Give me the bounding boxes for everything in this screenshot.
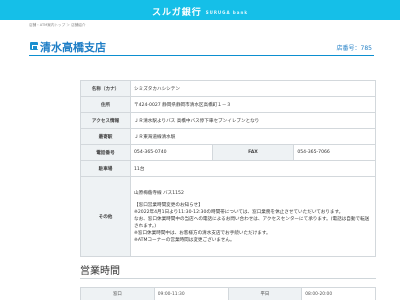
- divider: [80, 278, 376, 279]
- table-row: 窓口 09:00-11:30 平日 08:00-20:00: [80, 287, 376, 300]
- station-value: ＪＲ東海道線清水駅: [130, 128, 376, 145]
- note-line: 【窓口営業時間変更のお知らせ】: [134, 202, 203, 208]
- breadcrumb[interactable]: 店舗・ATM案内トップ ＞ 店舗紹介: [29, 23, 85, 28]
- hours-left-label: 窓口: [80, 287, 155, 300]
- branch-info-table: 名称（カナ） シミズタカハシシテン 住所 〒424-0027 静岡県静岡市清水区…: [80, 80, 376, 257]
- hours-table: 窓口 09:00-11:30 平日 08:00-20:00: [80, 287, 376, 300]
- top-header-bar: スルガ銀行 SURUGA bank: [0, 0, 400, 20]
- other-label: その他: [80, 176, 131, 257]
- bank-building-icon: [30, 42, 38, 50]
- note-line: なお、窓口休業時間中の当店への電話によるお問い合わせは、アクセスセンターにて承り…: [134, 216, 370, 229]
- table-row: 名称（カナ） シミズタカハシシテン: [80, 80, 376, 97]
- name-kana-value: シミズタカハシシテン: [130, 80, 376, 97]
- table-row: 駐車場 11台: [80, 160, 376, 177]
- hours-left-value: 09:00-11:30: [153, 287, 229, 300]
- store-number: 店番号：785: [336, 45, 372, 52]
- tel-value[interactable]: 054-365-0740: [130, 144, 213, 161]
- note-line: ※2022年4月1日より11:30-12:30の時間帯については、窓口業務を休止…: [134, 209, 344, 215]
- page-title: 清水高橋支店: [40, 41, 106, 54]
- table-row: 最寄駅 ＪＲ東海道線清水駅: [80, 128, 376, 145]
- table-row: その他 山原梅蔭寺線 バス1152 【窓口営業時間変更のお知らせ】 ※2022年…: [80, 176, 376, 257]
- section-title-hours: 営業時間: [80, 266, 120, 277]
- access-label: アクセス情報: [80, 112, 131, 129]
- hours-right-label: 平日: [227, 287, 303, 300]
- address-value: 〒424-0027 静岡県静岡市清水区高橋町１－３: [130, 96, 376, 113]
- note-line: ※窓口休業時間中は、お客様方の清水支店でお手続いただけます。: [134, 230, 271, 236]
- parking-label: 駐車場: [80, 160, 131, 177]
- tel-label: 電話番号: [80, 144, 131, 161]
- note-line: 山原梅蔭寺線 バス1152: [134, 190, 184, 196]
- name-kana-label: 名称（カナ）: [80, 80, 131, 97]
- note-line: ※ATMコーナーの営業時間は変更ございません。: [134, 237, 235, 243]
- fax-value: 054-365-7066: [293, 144, 376, 161]
- address-label: 住所: [80, 96, 131, 113]
- station-label: 最寄駅: [80, 128, 131, 145]
- table-row: 電話番号 054-365-0740 FAX 054-365-7066: [80, 144, 376, 161]
- table-row: アクセス情報 ＪＲ清水駅よりバス 高橋中バス停下車セブンイレブンとなり: [80, 112, 376, 129]
- access-value: ＪＲ清水駅よりバス 高橋中バス停下車セブンイレブンとなり: [130, 112, 376, 129]
- parking-value: 11台: [130, 160, 376, 177]
- table-row: 住所 〒424-0027 静岡県静岡市清水区高橋町１－３: [80, 96, 376, 113]
- other-notes: 山原梅蔭寺線 バス1152 【窓口営業時間変更のお知らせ】 ※2022年4月1日…: [130, 176, 376, 257]
- fax-label: FAX: [211, 144, 295, 161]
- branch-header: 清水高橋支店 店番号：785: [29, 38, 374, 56]
- hours-right-value: 08:00-20:00: [301, 287, 376, 300]
- bank-logo[interactable]: スルガ銀行 SURUGA bank: [152, 5, 248, 18]
